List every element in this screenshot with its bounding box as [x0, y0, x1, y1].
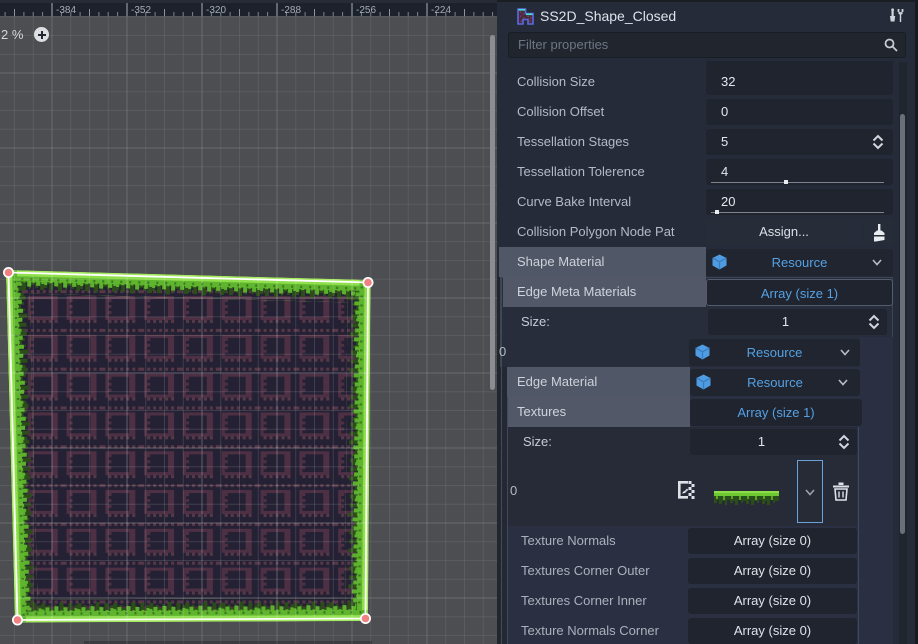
svg-text:-288: -288 — [281, 5, 301, 16]
svg-text:-256: -256 — [356, 5, 376, 16]
svg-text:-320: -320 — [206, 5, 226, 16]
svg-text:-384: -384 — [56, 5, 76, 16]
svg-text:-224: -224 — [431, 5, 451, 16]
svg-text:-352: -352 — [131, 5, 151, 16]
